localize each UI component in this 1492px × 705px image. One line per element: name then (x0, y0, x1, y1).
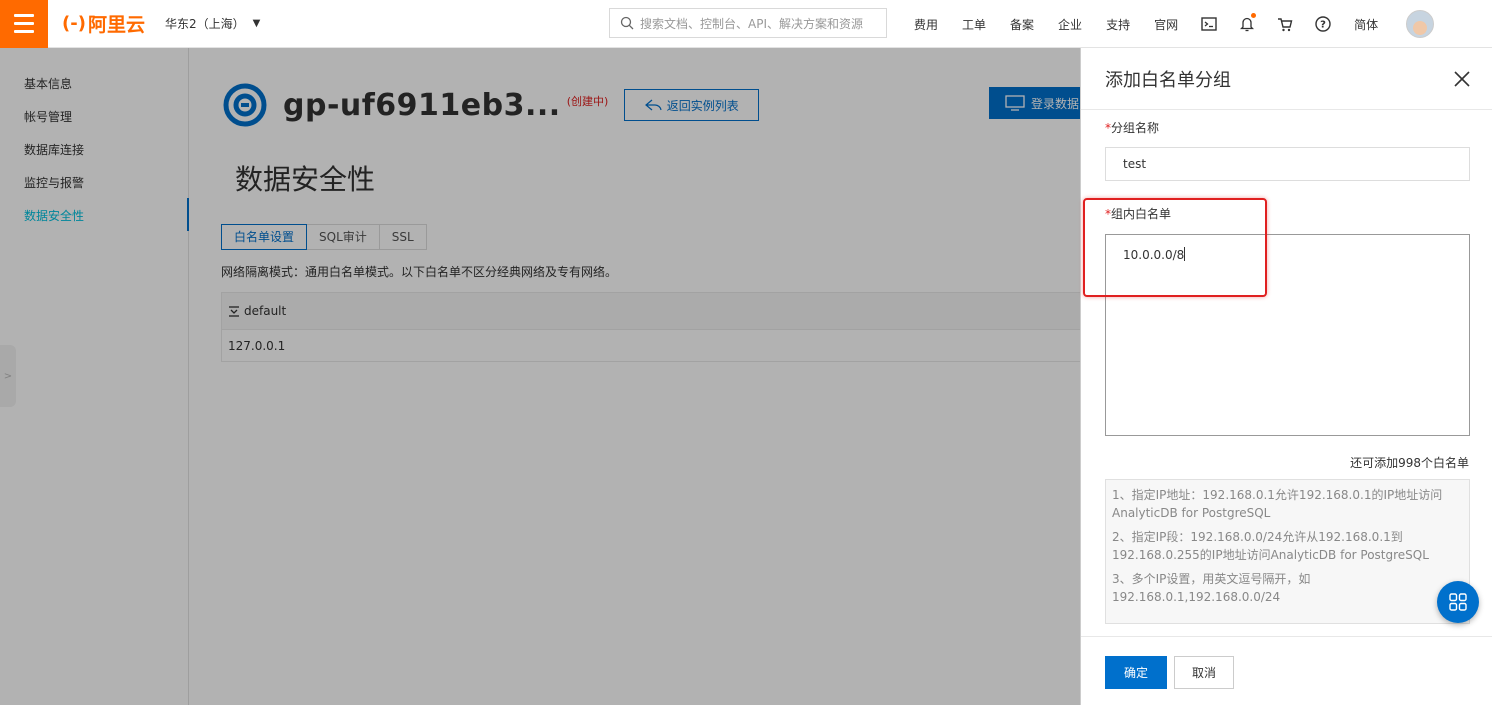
remaining-count: 还可添加998个白名单 (1350, 456, 1469, 470)
avatar-face (1413, 21, 1428, 35)
menu-line (14, 30, 34, 33)
menu-line (14, 22, 34, 25)
whitelist-textarea[interactable]: 10.0.0.0/8 (1105, 234, 1470, 436)
nav-icp[interactable]: 备案 (998, 16, 1046, 33)
nav-official-site[interactable]: 官网 (1142, 16, 1190, 33)
whitelist-label-text: 组内白名单 (1111, 207, 1172, 221)
bell-icon[interactable] (1228, 13, 1266, 32)
logo-mark: (-) (62, 13, 86, 34)
notification-dot (1251, 13, 1257, 18)
drawer-title: 添加白名单分组 (1105, 69, 1231, 91)
hamburger-menu-button[interactable] (0, 0, 48, 48)
text-cursor (1184, 247, 1186, 261)
menu-line (14, 14, 34, 17)
cancel-button[interactable]: 取消 (1174, 656, 1234, 689)
whitelist-label: *组内白名单 (1105, 205, 1171, 222)
nav-tickets[interactable]: 工单 (950, 16, 998, 33)
help-icon[interactable]: ? (1304, 16, 1342, 32)
nav-enterprise[interactable]: 企业 (1046, 16, 1094, 33)
whitelist-value: 10.0.0.0/8 (1123, 248, 1185, 262)
region-selector[interactable]: 华东2（上海） ▼ (165, 15, 260, 32)
tip-item: 2、指定IP段：192.168.0.0/24允许从192.168.0.1到192… (1112, 530, 1429, 562)
search-input[interactable]: 搜索文档、控制台、API、解决方案和资源 (609, 8, 887, 38)
language-switch[interactable]: 简体 (1342, 16, 1390, 33)
group-name-label-text: 分组名称 (1111, 121, 1160, 135)
group-name-input[interactable]: test (1105, 147, 1470, 181)
nav-billing[interactable]: 费用 (902, 16, 950, 33)
top-nav: 费用 工单 备案 企业 支持 官网 ? 简体 (902, 0, 1435, 48)
search-icon (620, 16, 634, 30)
whitelist-tips: 1、指定IP地址：192.168.0.1允许192.168.0.1的IP地址访问… (1105, 479, 1470, 624)
logo-text: 阿里云 (87, 14, 145, 36)
top-bar: (-) 阿里云 华东2（上海） ▼ 搜索文档、控制台、API、解决方案和资源 费… (0, 0, 1492, 48)
grid-icon (1449, 593, 1467, 611)
terminal-icon[interactable] (1190, 17, 1228, 31)
confirm-button[interactable]: 确定 (1105, 656, 1167, 689)
group-name-label: *分组名称 (1105, 119, 1159, 136)
nav-support[interactable]: 支持 (1094, 16, 1142, 33)
aliyun-logo[interactable]: (-) 阿里云 (62, 10, 145, 37)
drawer-header: 添加白名单分组 (1081, 48, 1492, 110)
drawer-footer: 确定 取消 (1081, 636, 1492, 705)
tip-item: 1、指定IP地址：192.168.0.1允许192.168.0.1的IP地址访问… (1112, 488, 1443, 520)
group-name-value: test (1123, 157, 1147, 171)
region-label: 华东2（上海） (164, 17, 245, 31)
svg-text:?: ? (1320, 20, 1326, 31)
cart-icon[interactable] (1266, 17, 1304, 32)
modal-overlay[interactable] (0, 48, 1080, 705)
close-icon[interactable] (1450, 67, 1474, 91)
caret-down-icon: ▼ (252, 18, 261, 29)
tip-item: 3、多个IP设置，用英文逗号隔开，如192.168.0.1,192.168.0.… (1112, 572, 1311, 604)
user-avatar[interactable] (1406, 10, 1435, 38)
add-whitelist-group-drawer: 添加白名单分组 *分组名称 test *组内白名单 10.0.0.0/8 还可添… (1080, 48, 1492, 705)
grid-menu-float-button[interactable] (1437, 581, 1479, 623)
search-placeholder: 搜索文档、控制台、API、解决方案和资源 (640, 16, 863, 31)
